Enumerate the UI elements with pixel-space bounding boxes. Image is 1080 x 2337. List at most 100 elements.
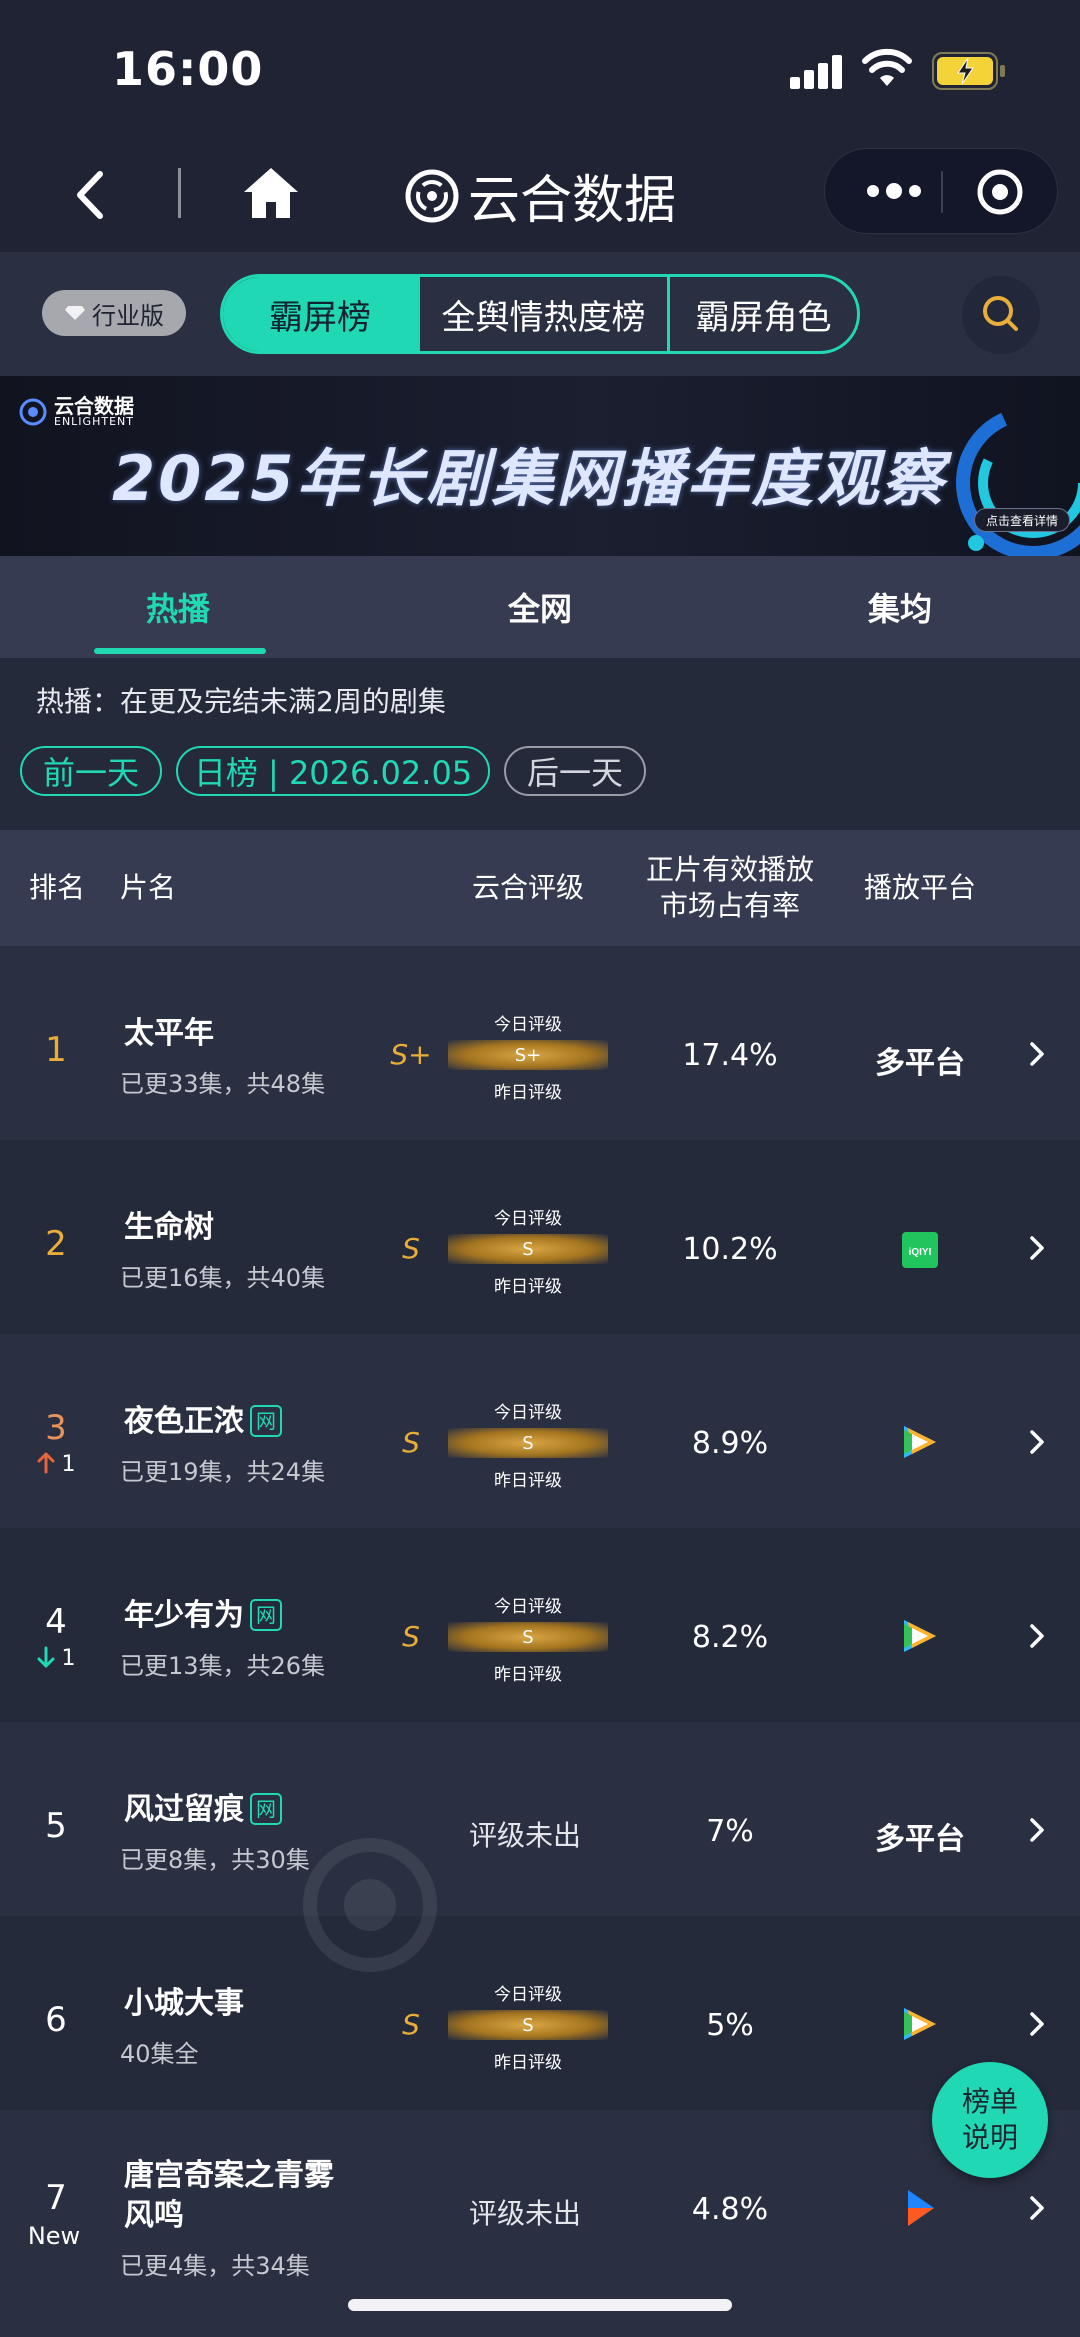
banner-ring-graphic — [956, 406, 1080, 556]
drama-title: 生命树 — [124, 1210, 214, 1245]
market-share: 17.4% — [682, 1038, 778, 1073]
rank-number: 1 — [45, 1030, 67, 1070]
ranking-segmented-control: 霸屏榜 全舆情热度榜 霸屏角色 — [220, 274, 860, 354]
status-time: 16:00 — [112, 42, 264, 96]
tab-yuqing-heat[interactable]: 全舆情热度榜 — [417, 277, 667, 351]
col-share-line1: 正片有效播放 — [645, 853, 814, 886]
web-drama-badge: 网 — [250, 1599, 282, 1631]
drama-title: 夜色正浓网 — [124, 1396, 282, 1440]
chevron-right-icon[interactable] — [1026, 1620, 1048, 1652]
today-grade-label: 今日评级 — [494, 1209, 562, 1229]
rank-change-value: 1 — [61, 1646, 76, 1671]
market-share: 8.2% — [691, 1620, 769, 1655]
list-description: 热播：在更及完结未满2周的剧集 — [36, 685, 446, 718]
table-row[interactable]: 3 1 夜色正浓网 已更19集，共24集 S 今日评级 S 昨日评级 8.9% — [0, 1334, 1080, 1528]
back-icon[interactable] — [66, 162, 116, 228]
platform-label: 多平台 — [875, 1046, 965, 1081]
web-drama-badge: 网 — [250, 1405, 282, 1437]
yesterday-grade-label: 昨日评级 — [494, 1471, 562, 1491]
market-share: 10.2% — [682, 1232, 778, 1267]
grade-letter: S — [402, 2008, 420, 2041]
close-miniprogram-icon[interactable] — [975, 167, 1025, 217]
ranking-type-bar: 行业版 霸屏榜 全舆情热度榜 霸屏角色 — [0, 252, 1080, 376]
table-row[interactable]: 4 1 年少有为网 已更13集，共26集 S 今日评级 S 昨日评级 8.2% — [0, 1528, 1080, 1722]
drama-title: 小城大事 — [124, 1986, 244, 2021]
episode-progress: 已更19集，共24集 — [120, 1458, 326, 1486]
edition-badge[interactable]: 行业版 — [42, 290, 186, 336]
episode-progress: 已更16集，共40集 — [120, 1264, 326, 1292]
banner-logo-cn: 云合数据 — [54, 394, 134, 418]
col-rank: 排名 — [28, 871, 85, 904]
chevron-right-icon[interactable] — [1026, 1232, 1048, 1264]
rank-number: 3 — [45, 1408, 67, 1448]
subtab-active-indicator — [94, 648, 266, 654]
iqiyi-icon: iQIYI — [902, 1232, 938, 1268]
grade-letter: S — [402, 1620, 420, 1653]
rank-change-value: 1 — [61, 1452, 76, 1477]
grade-bar: S — [448, 1428, 608, 1458]
cellular-signal-icon — [790, 55, 845, 89]
rank-number: 2 — [45, 1224, 67, 1264]
market-share: 4.8% — [691, 2192, 769, 2227]
ranking-help-button[interactable]: 榜单 说明 — [932, 2062, 1048, 2178]
episode-progress: 已更33集，共48集 — [120, 1070, 326, 1098]
sub-tabs: 热播 全网 集均 — [0, 556, 1080, 658]
arrow-up-icon — [37, 1452, 54, 1474]
prev-day-button[interactable]: 前一天 — [20, 746, 162, 796]
diamond-icon — [65, 306, 85, 320]
grade-bar: S — [448, 2010, 608, 2040]
table-row[interactable]: 2 生命树 已更16集，共40集 S 今日评级 S 昨日评级 10.2% iQI… — [0, 1140, 1080, 1334]
help-line1: 榜单 — [961, 2085, 1018, 2118]
home-indicator — [348, 2299, 732, 2311]
chevron-right-icon[interactable] — [1026, 1038, 1048, 1070]
youku-icon — [908, 2190, 934, 2226]
battery-charging-icon — [932, 52, 1005, 90]
more-icon[interactable] — [849, 169, 939, 213]
grade-bar: S+ — [448, 1040, 608, 1070]
tencent-video-icon — [904, 2008, 936, 2040]
date-selector[interactable]: 日榜 | 2026.02.05 — [176, 746, 490, 796]
search-button[interactable] — [962, 276, 1040, 354]
table-header: 排名 片名 云合评级 正片有效播放 市场占有率 播放平台 — [0, 830, 1080, 946]
banner-cta[interactable]: 点击查看详情 — [974, 508, 1070, 532]
help-line2: 说明 — [961, 2121, 1018, 2154]
chevron-right-icon[interactable] — [1026, 1426, 1048, 1458]
yunhe-logo-icon — [19, 398, 47, 425]
subtab-per-episode[interactable]: 集均 — [868, 584, 932, 630]
col-grade: 云合评级 — [471, 871, 584, 904]
col-share-line2: 市场占有率 — [659, 889, 800, 922]
subtab-all-net[interactable]: 全网 — [508, 584, 572, 630]
rank-change: 1 — [20, 1646, 92, 1671]
episode-progress: 40集全 — [120, 2040, 199, 2068]
drama-title: 太平年 — [124, 1016, 214, 1051]
tencent-video-icon — [904, 1620, 936, 1652]
grade-letter: S — [402, 1426, 420, 1459]
drama-title-line1: 唐宫奇案之青雾 — [124, 2158, 334, 2193]
table-row[interactable]: 1 太平年 已更33集，共48集 S+ 今日评级 S+ 昨日评级 17.4% 多… — [0, 946, 1080, 1140]
home-icon[interactable] — [240, 162, 302, 224]
drama-title-line2: 风鸣 — [124, 2198, 184, 2233]
yesterday-grade-label: 昨日评级 — [494, 1665, 562, 1685]
rank-number: 4 — [45, 1602, 67, 1642]
capsule-divider — [941, 171, 943, 213]
grade-pending: 评级未出 — [468, 2197, 581, 2230]
episode-progress: 已更8集，共30集 — [120, 1846, 310, 1874]
episode-progress: 已更13集，共26集 — [120, 1652, 326, 1680]
banner-logo-en: ENLIGHTENT — [54, 415, 134, 428]
tab-baping-role[interactable]: 霸屏角色 — [667, 277, 857, 351]
chevron-right-icon[interactable] — [1026, 2192, 1048, 2224]
drama-title-text: 风过留痕 — [124, 1792, 244, 1827]
promo-banner[interactable]: 云合数据 ENLIGHTENT 2025年长剧集网播年度观察 点击查看详情 — [0, 376, 1080, 556]
subtab-hot[interactable]: 热播 — [146, 584, 210, 630]
next-day-button[interactable]: 后一天 — [504, 746, 646, 796]
banner-title: 2025年长剧集网播年度观察 — [112, 442, 947, 515]
tab-bapingbang[interactable]: 霸屏榜 — [223, 277, 417, 351]
chevron-right-icon[interactable] — [1026, 1814, 1048, 1846]
arrow-down-icon — [37, 1646, 54, 1668]
watermark-logo-icon — [303, 1838, 437, 1972]
today-grade-label: 今日评级 — [494, 1403, 562, 1423]
yesterday-grade-label: 昨日评级 — [494, 1277, 562, 1297]
chevron-right-icon[interactable] — [1026, 2008, 1048, 2040]
grade-letter: S+ — [390, 1038, 432, 1071]
banner-logo: 云合数据 ENLIGHTENT — [18, 396, 134, 427]
